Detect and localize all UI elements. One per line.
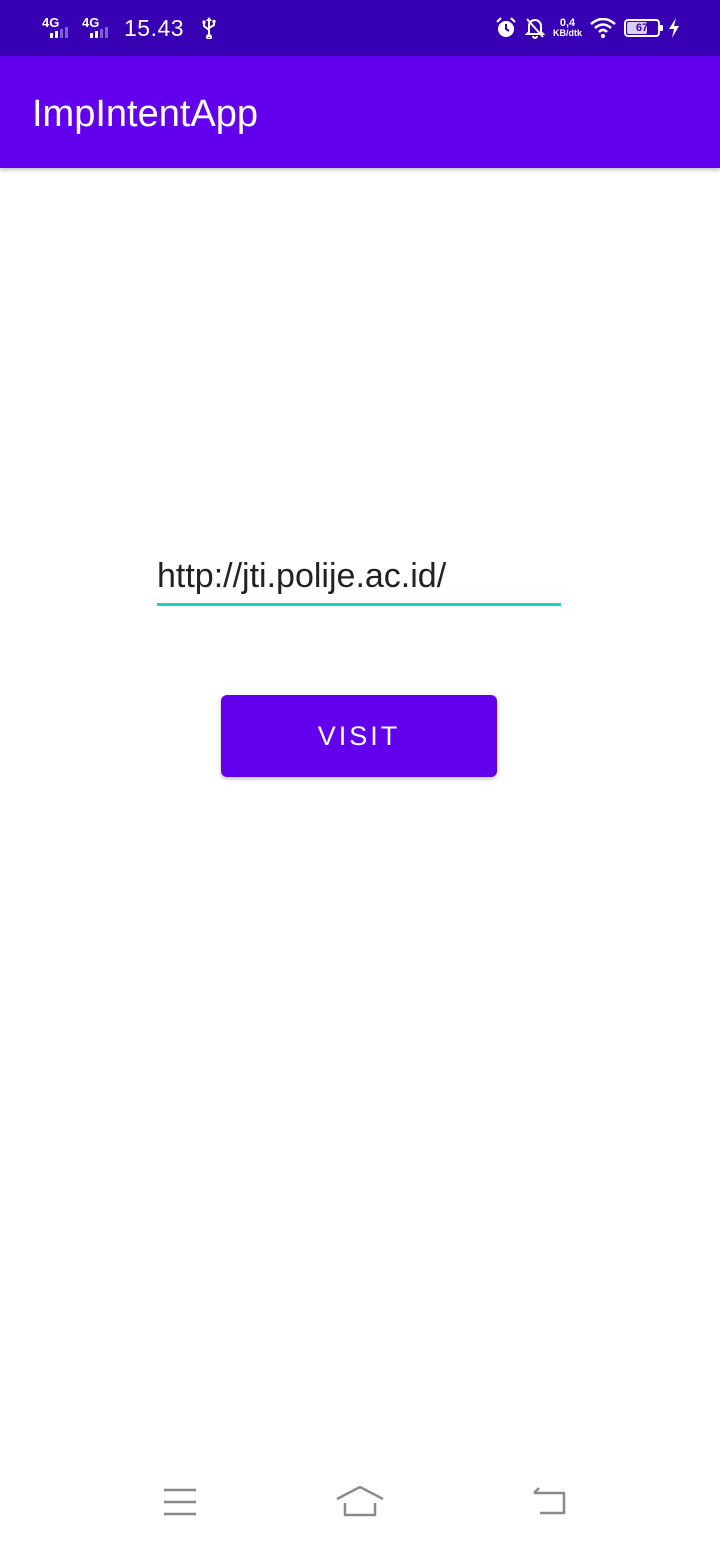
network-speed: 0,4 KB/dtk	[553, 17, 582, 39]
nav-home-button[interactable]	[330, 1480, 390, 1524]
notifications-off-icon	[525, 18, 545, 39]
screen: 4G 4G 15.43 0,4 KB/dtk 67 ImpIntentApp h…	[0, 0, 720, 1544]
network-speed-unit: KB/dtk	[553, 28, 582, 38]
status-bar: 4G 4G 15.43 0,4 KB/dtk 67	[0, 0, 720, 56]
alarm-icon	[496, 17, 516, 37]
wifi-icon	[590, 18, 616, 38]
navigation-bar	[0, 1460, 720, 1544]
url-input[interactable]	[157, 550, 561, 606]
status-bar-left: 4G 4G 15.43	[42, 0, 218, 56]
back-icon	[533, 1487, 566, 1515]
signal-strength-1: 4G	[42, 8, 76, 48]
status-bar-right: 0,4 KB/dtk 67	[487, 0, 680, 56]
battery-indicator: 67	[624, 19, 663, 37]
signal-1-bars-icon	[50, 27, 68, 38]
nav-menu-button[interactable]	[150, 1480, 210, 1524]
charging-bolt-icon	[669, 18, 679, 38]
network-speed-value: 0,4	[559, 17, 576, 29]
signal-strength-2: 4G	[82, 8, 116, 48]
menu-icon	[164, 1488, 196, 1516]
app-bar: ImpIntentApp	[0, 56, 720, 168]
status-time: 15.43	[124, 14, 185, 41]
home-icon	[336, 1485, 384, 1517]
nav-back-button[interactable]	[520, 1480, 580, 1524]
battery-level: 67	[635, 22, 649, 34]
app-title: ImpIntentApp	[32, 93, 259, 135]
visit-button[interactable]: VISIT	[221, 695, 497, 777]
signal-2-bars-icon	[90, 27, 108, 38]
usb-icon	[202, 17, 216, 39]
